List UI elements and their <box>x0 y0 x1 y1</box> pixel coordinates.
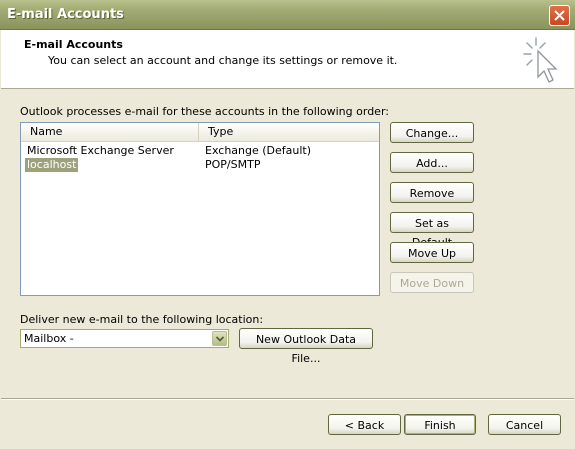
change-button[interactable]: Change... <box>390 122 474 143</box>
account-type: Exchange (Default) <box>205 144 312 157</box>
header-title: E-mail Accounts <box>24 38 123 51</box>
dropdown-arrow-button[interactable] <box>212 331 227 346</box>
new-data-file-button[interactable]: New Outlook Data File... <box>239 328 373 365</box>
close-button[interactable] <box>549 5 570 26</box>
accounts-list-header: Name Type <box>21 123 379 142</box>
close-icon <box>554 10 565 21</box>
add-button[interactable]: Add... <box>390 152 474 173</box>
deliver-location-label: Deliver new e-mail to the following loca… <box>20 313 264 326</box>
move-up-button[interactable]: Move Up <box>390 242 474 263</box>
chevron-down-icon <box>216 336 224 342</box>
account-name: localhost <box>25 158 79 172</box>
accounts-list[interactable]: Name Type Microsoft Exchange Server Exch… <box>20 122 380 296</box>
account-row-selected[interactable]: localhost POP/SMTP <box>21 158 379 172</box>
dialog-header: E-mail Accounts You can select an accoun… <box>1 30 574 89</box>
window-title: E-mail Accounts <box>7 7 124 22</box>
cancel-button[interactable]: Cancel <box>488 414 561 435</box>
header-subtitle: You can select an account and change its… <box>48 54 398 67</box>
footer-separator <box>1 398 574 400</box>
wizard-cursor-icon <box>523 37 558 83</box>
column-header-name[interactable]: Name <box>21 123 199 141</box>
title-bar[interactable]: E-mail Accounts <box>0 0 575 30</box>
account-name: Microsoft Exchange Server <box>27 144 174 157</box>
back-button[interactable]: < Back <box>328 414 401 435</box>
accounts-intro-label: Outlook processes e-mail for these accou… <box>20 105 389 118</box>
deliver-location-select[interactable]: Mailbox - <box>20 329 229 348</box>
column-header-type[interactable]: Type <box>199 123 379 141</box>
account-type: POP/SMTP <box>205 158 261 171</box>
set-default-button[interactable]: Set as Default <box>390 212 474 249</box>
email-accounts-dialog: E-mail Accounts E-mail Accounts You can … <box>0 0 575 449</box>
move-down-button: Move Down <box>390 272 474 293</box>
deliver-location-value: Mailbox - <box>24 332 74 345</box>
remove-button[interactable]: Remove <box>390 182 474 203</box>
account-row[interactable]: Microsoft Exchange Server Exchange (Defa… <box>21 144 379 158</box>
finish-button[interactable]: Finish <box>404 414 476 435</box>
